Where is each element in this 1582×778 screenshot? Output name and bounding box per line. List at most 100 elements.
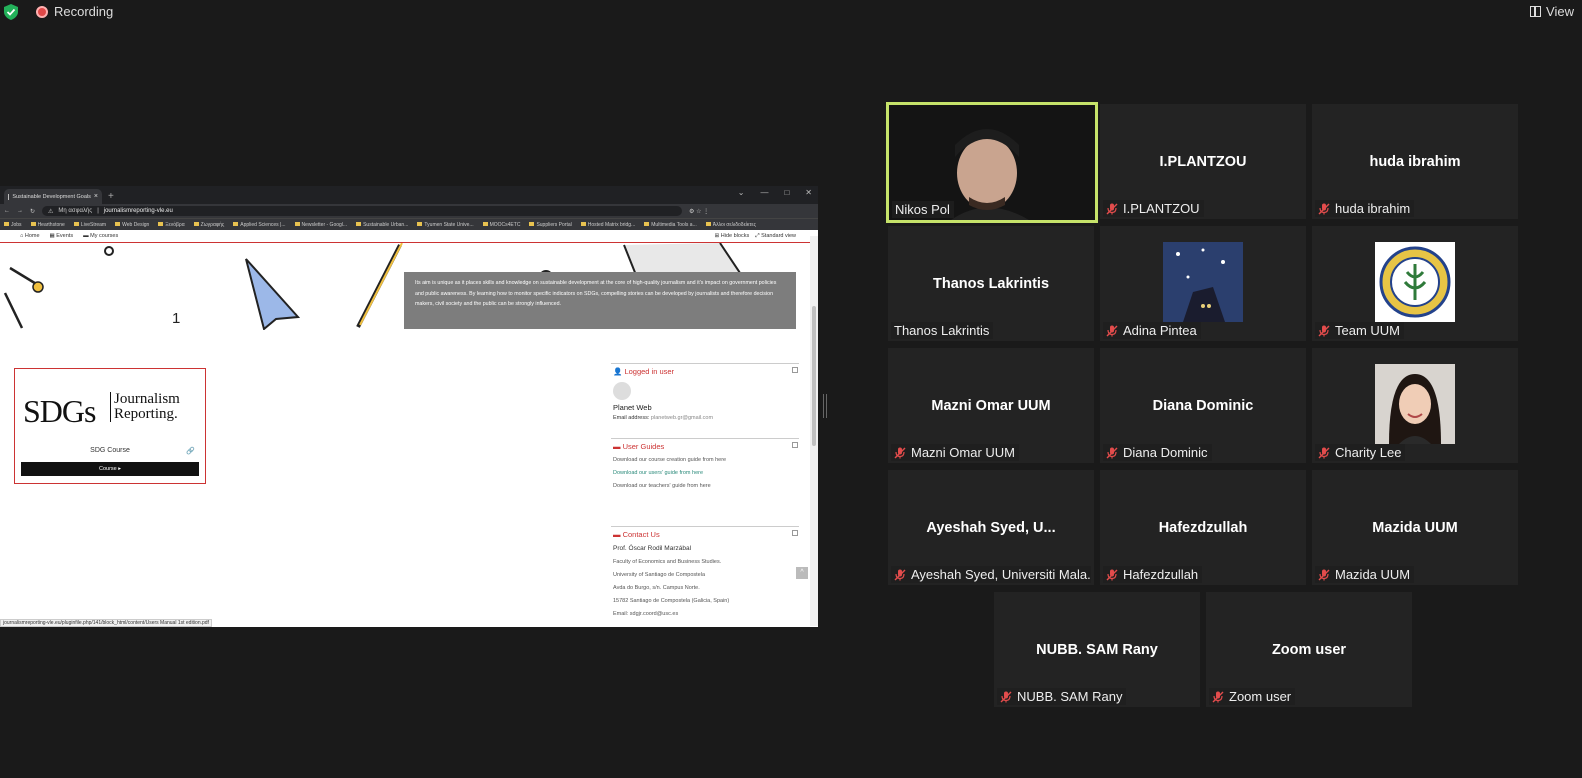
minimize-icon[interactable]: — — [760, 188, 768, 197]
bookmark-item[interactable]: Sustainable Urban... — [356, 222, 408, 228]
user-avatar — [613, 382, 631, 400]
user-guides-block: ▬ User Guides Download our course creati… — [611, 438, 799, 496]
bookmark-item[interactable]: LiveStream — [74, 222, 106, 228]
participant-tile[interactable]: Team UUM — [1312, 226, 1518, 341]
participant-display-name: Hafezdzullah — [1158, 519, 1248, 536]
muted-mic-icon — [1318, 203, 1330, 214]
contact-title: ▬ Contact Us — [613, 530, 660, 539]
resize-handle[interactable] — [823, 394, 827, 418]
participant-name: Adina Pintea — [1123, 323, 1197, 338]
participant-tile[interactable]: Charity Lee — [1312, 348, 1518, 463]
participant-name: huda ibrahim — [1335, 201, 1411, 216]
participant-tile[interactable]: Adina Pintea — [1100, 226, 1306, 341]
logged-in-block: 👤 Logged in user Planet Web Email addres… — [611, 363, 799, 428]
bookmark-item[interactable]: Multimedia Tools a... — [644, 222, 696, 228]
standard-view-button[interactable]: ⤢ Standard view — [755, 233, 796, 240]
participant-name-label: huda ibrahim — [1315, 200, 1415, 217]
bookmark-item[interactable]: Tyumen State Unive... — [417, 222, 473, 228]
close-window-icon[interactable]: ✕ — [805, 188, 812, 197]
maximize-icon[interactable]: □ — [784, 188, 789, 197]
course-button[interactable]: Course ▸ — [21, 462, 199, 476]
bookmark-item[interactable]: Web Design — [115, 222, 149, 228]
forward-icon[interactable]: → — [17, 208, 23, 214]
participant-name-label: Mazni Omar UUM — [891, 444, 1020, 461]
user-name: Planet Web — [613, 403, 652, 412]
course-card[interactable]: SDGs Journalism Reporting. SDG Course 🔗 C… — [14, 368, 206, 484]
muted-mic-icon — [1318, 569, 1330, 580]
participant-tile[interactable]: Diana Dominic Diana Dominic — [1100, 348, 1306, 463]
participant-tile[interactable]: Nikos Pol — [886, 102, 1098, 223]
participant-tile[interactable]: Mazida UUM Mazida UUM — [1312, 470, 1518, 585]
muted-mic-icon — [1318, 447, 1330, 458]
bookmark-item[interactable]: Newsletter - Googl... — [295, 222, 348, 228]
address-bar[interactable]: ⚠ Μη ασφαλής | journalismreporting-vle.e… — [42, 206, 683, 216]
participant-name-label: I.PLANTZOU — [1103, 200, 1204, 217]
nav-events[interactable]: ▦ Events — [50, 233, 74, 239]
page-scrollbar[interactable] — [810, 236, 818, 626]
participant-name: Zoom user — [1229, 689, 1292, 704]
participant-display-name: NUBB. SAM Rany — [1036, 641, 1158, 658]
participant-name: Ayeshah Syed, Universiti Mala... — [911, 567, 1091, 582]
back-icon[interactable]: ← — [4, 208, 10, 214]
participant-display-name: Zoom user — [1271, 641, 1347, 658]
contact-name: Prof. Óscar Rodil Marzábal — [613, 545, 692, 552]
tab-close-icon[interactable]: × — [94, 193, 98, 200]
nav-my-courses[interactable]: ▬ My courses — [83, 233, 118, 239]
contact-line: 15782 Santiago de Compostela (Galicia, S… — [613, 598, 730, 604]
participant-name: Hafezdzullah — [1123, 567, 1199, 582]
bookmark-item[interactable]: MOOCs4ETC — [483, 222, 521, 228]
participant-name-label: Nikos Pol — [892, 201, 954, 218]
scroll-top-button[interactable]: ^ — [796, 567, 808, 579]
participant-tile[interactable]: Mazni Omar UUM Mazni Omar UUM — [888, 348, 1094, 463]
participant-tile[interactable]: Ayeshah Syed, U... Ayeshah Syed, Universi… — [888, 470, 1094, 585]
bookmark-item[interactable]: Jobs — [4, 222, 22, 228]
browser-tab[interactable]: Sustainable Development Goals × — [4, 189, 102, 204]
participant-display-name: huda ibrahim — [1369, 153, 1461, 170]
tab-search-icon[interactable]: ⌄ — [738, 188, 745, 197]
collapse-icon[interactable] — [792, 530, 798, 536]
muted-mic-icon — [894, 447, 906, 458]
bookmark-item[interactable]: Άλλοι σελιδοδείκτες — [706, 222, 756, 228]
view-label: View — [1546, 4, 1574, 19]
tab-favicon-icon — [8, 193, 10, 200]
new-tab-icon[interactable]: + — [108, 189, 114, 204]
participant-tile[interactable]: Hafezdzullah Hafezdzullah — [1100, 470, 1306, 585]
participant-name-label: Adina Pintea — [1103, 322, 1201, 339]
recording-icon — [36, 5, 48, 18]
participant-tile[interactable]: huda ibrahim huda ibrahim — [1312, 104, 1518, 219]
bookmarks-bar: Jobs Hearthstone LiveStream Web Design Ξενόβ… — [0, 218, 818, 230]
extensions-icon[interactable]: ⚙ ☆ ⋮ — [689, 208, 709, 215]
bookmark-item[interactable]: Suppliers Portal — [529, 222, 571, 228]
participant-tile[interactable]: Zoom user Zoom user — [1206, 592, 1412, 707]
participant-name: Charity Lee — [1335, 445, 1402, 460]
bookmark-item[interactable]: Ζωγραφής — [194, 222, 225, 228]
participant-name: Nikos Pol — [895, 202, 950, 217]
participant-display-name: Mazni Omar UUM — [931, 397, 1051, 414]
participant-display-name: Diana Dominic — [1152, 397, 1254, 414]
hero-caption: Its aim is unique as it places skills an… — [404, 272, 796, 329]
bookmark-item[interactable]: Ξενόβρα — [158, 222, 184, 228]
muted-mic-icon — [1000, 691, 1012, 702]
nav-home[interactable]: ⌂ Home — [20, 233, 40, 239]
participant-tile[interactable]: NUBB. SAM Rany NUBB. SAM Rany — [994, 592, 1200, 707]
guide-link[interactable]: Download our course creation guide from … — [613, 457, 799, 463]
bookmark-item[interactable]: Applied Sciences |... — [233, 222, 285, 228]
contact-line: Avda do Burgo, s/n. Campus Norte. — [613, 585, 700, 591]
participant-tile[interactable]: I.PLANTZOU I.PLANTZOU — [1100, 104, 1306, 219]
guide-link[interactable]: Download our teachers' guide from here — [613, 483, 799, 489]
warning-icon: ⚠ — [48, 208, 54, 215]
bookmark-item[interactable]: Hearthstone — [31, 222, 65, 228]
muted-mic-icon — [1212, 691, 1224, 702]
guide-link[interactable]: Download our users' guide from here — [613, 470, 799, 476]
view-button[interactable]: View — [1530, 4, 1574, 19]
bookmark-item[interactable]: Hosted Matrix bridg... — [581, 222, 636, 228]
security-shield-icon[interactable] — [4, 4, 18, 20]
hide-blocks-button[interactable]: ⊞ Hide blocks — [715, 233, 750, 240]
collapse-icon[interactable] — [792, 367, 798, 373]
link-icon[interactable]: 🔗 — [186, 447, 195, 455]
recording-indicator[interactable]: Recording — [36, 4, 113, 19]
collapse-icon[interactable] — [792, 442, 798, 448]
participant-tile[interactable]: Thanos Lakrintis Thanos Lakrintis — [888, 226, 1094, 341]
site-navbar: ⌂ Home ▦ Events ▬ My courses ⊞ Hide bloc… — [0, 230, 818, 243]
reload-icon[interactable]: ↻ — [30, 208, 35, 215]
